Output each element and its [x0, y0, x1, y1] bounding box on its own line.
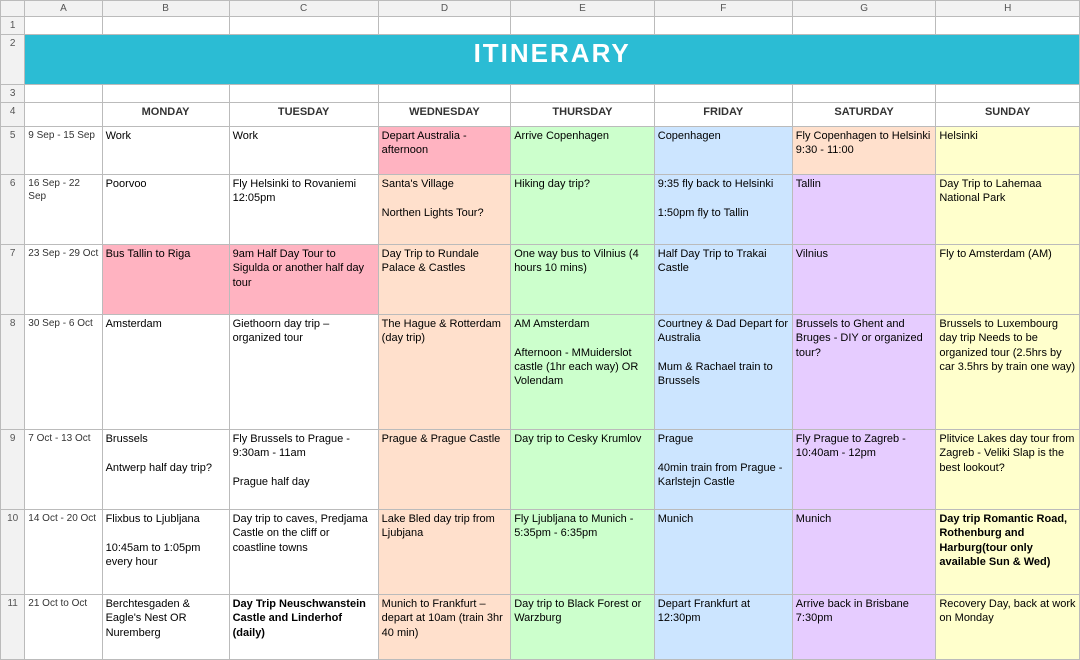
cell-7-sun: Fly to Amsterdam (AM) [936, 245, 1080, 315]
week-7-label: 23 Sep - 29 Oct [25, 245, 102, 315]
cell-9-tue: Fly Brussels to Prague - 9:30am - 11amPr… [229, 430, 378, 510]
col-d-header: D [378, 1, 511, 17]
saturday-header: SATURDAY [792, 103, 936, 127]
cell-5-sun: Helsinki [936, 127, 1080, 175]
spreadsheet: A B C D E F G H 1 2 ITINERARY [0, 0, 1080, 660]
col-f-header: F [654, 1, 792, 17]
week-col-header [25, 103, 102, 127]
row-num-4: 4 [1, 103, 25, 127]
cell-11-fri: Depart Frankfurt at 12:30pm [654, 595, 792, 660]
row-num-3: 3 [1, 85, 25, 103]
cell-10-wed: Lake Bled day trip from Ljubjana [378, 510, 511, 595]
cell-5-fri: Copenhagen [654, 127, 792, 175]
cell-5-tue: Work [229, 127, 378, 175]
cell-10-sat: Munich [792, 510, 936, 595]
row-6: 6 16 Sep - 22 Sep Poorvoo Fly Helsinki t… [1, 175, 1080, 245]
cell-7-tue: 9am Half Day Tour to Sigulda or another … [229, 245, 378, 315]
row-num-6: 6 [1, 175, 25, 245]
cell-11-thu: Day trip to Black Forest or Warzburg [511, 595, 655, 660]
row-num-2: 2 [1, 35, 25, 85]
cell-11-sun: Recovery Day, back at work on Monday [936, 595, 1080, 660]
row-num-11: 11 [1, 595, 25, 660]
col-header-row: A B C D E F G H [1, 1, 1080, 17]
cell-11-mon: Berchtesgaden & Eagle's Nest OR Nurember… [102, 595, 229, 660]
row-2-title: 2 ITINERARY [1, 35, 1080, 85]
cell-10-mon: Flixbus to Ljubljana10:45am to 1:05pm ev… [102, 510, 229, 595]
cell-5-mon: Work [102, 127, 229, 175]
col-e-header: E [511, 1, 655, 17]
week-6-label: 16 Sep - 22 Sep [25, 175, 102, 245]
row-11: 11 21 Oct to Oct Berchtesgaden & Eagle's… [1, 595, 1080, 660]
sunday-header: SUNDAY [936, 103, 1080, 127]
cell-10-fri: Munich [654, 510, 792, 595]
row-4-headers: 4 MONDAY TUESDAY WEDNESDAY THURSDAY FRID… [1, 103, 1080, 127]
cell-10-thu: Fly Ljubljana to Munich - 5:35pm - 6:35p… [511, 510, 655, 595]
cell-8-wed: The Hague & Rotterdam (day trip) [378, 315, 511, 430]
row-num-7: 7 [1, 245, 25, 315]
wednesday-header: WEDNESDAY [378, 103, 511, 127]
corner-cell [1, 1, 25, 17]
week-5-label: 9 Sep - 15 Sep [25, 127, 102, 175]
row-3: 3 [1, 85, 1080, 103]
col-b-header: B [102, 1, 229, 17]
row-num-8: 8 [1, 315, 25, 430]
row-num-5: 5 [1, 127, 25, 175]
thursday-header: THURSDAY [511, 103, 655, 127]
col-g-header: G [792, 1, 936, 17]
cell-6-fri: 9:35 fly back to Helsinki1:50pm fly to T… [654, 175, 792, 245]
cell-8-thu: AM AmsterdamAfternoon - MMuiderslot cast… [511, 315, 655, 430]
row-8: 8 30 Sep - 6 Oct Amsterdam Giethoorn day… [1, 315, 1080, 430]
title-cell: ITINERARY [25, 35, 1080, 85]
row-num-10: 10 [1, 510, 25, 595]
row-num-1: 1 [1, 17, 25, 35]
cell-8-mon: Amsterdam [102, 315, 229, 430]
col-h-header: H [936, 1, 1080, 17]
cell-8-fri: Courtney & Dad Depart for AustraliaMum &… [654, 315, 792, 430]
cell-5-sat: Fly Copenhagen to Helsinki 9:30 - 11:00 [792, 127, 936, 175]
cell-7-thu: One way bus to Vilnius (4 hours 10 mins) [511, 245, 655, 315]
friday-header: FRIDAY [654, 103, 792, 127]
cell-6-thu: Hiking day trip? [511, 175, 655, 245]
tuesday-header: TUESDAY [229, 103, 378, 127]
row-9: 9 7 Oct - 13 Oct BrusselsAntwerp half da… [1, 430, 1080, 510]
cell-11-sat: Arrive back in Brisbane 7:30pm [792, 595, 936, 660]
cell-6-mon: Poorvoo [102, 175, 229, 245]
week-11-label: 21 Oct to Oct [25, 595, 102, 660]
cell-9-wed: Prague & Prague Castle [378, 430, 511, 510]
week-9-label: 7 Oct - 13 Oct [25, 430, 102, 510]
row-1: 1 [1, 17, 1080, 35]
cell-8-sat: Brussels to Ghent and Bruges - DIY or or… [792, 315, 936, 430]
cell-9-thu: Day trip to Cesky Krumlov [511, 430, 655, 510]
cell-6-sat: Tallin [792, 175, 936, 245]
cell-9-mon: BrusselsAntwerp half day trip? [102, 430, 229, 510]
cell-7-mon: Bus Tallin to Riga [102, 245, 229, 315]
cell-6-sun: Day Trip to Lahemaa National Park [936, 175, 1080, 245]
cell-9-fri: Prague40min train from Prague - Karlstej… [654, 430, 792, 510]
cell-9-sat: Fly Prague to Zagreb - 10:40am - 12pm [792, 430, 936, 510]
cell-10-sun: Day trip Romantic Road, Rothenburg and H… [936, 510, 1080, 595]
cell-6-tue: Fly Helsinki to Rovaniemi 12:05pm [229, 175, 378, 245]
week-10-label: 14 Oct - 20 Oct [25, 510, 102, 595]
week-8-label: 30 Sep - 6 Oct [25, 315, 102, 430]
cell-5-wed: Depart Australia - afternoon [378, 127, 511, 175]
cell-6-wed: Santa's VillageNorthen Lights Tour? [378, 175, 511, 245]
cell-11-wed: Munich to Frankfurt – depart at 10am (tr… [378, 595, 511, 660]
row-7: 7 23 Sep - 29 Oct Bus Tallin to Riga 9am… [1, 245, 1080, 315]
monday-header: MONDAY [102, 103, 229, 127]
row-num-9: 9 [1, 430, 25, 510]
row-5: 5 9 Sep - 15 Sep Work Work Depart Austra… [1, 127, 1080, 175]
cell-7-fri: Half Day Trip to Trakai Castle [654, 245, 792, 315]
cell-7-wed: Day Trip to Rundale Palace & Castles [378, 245, 511, 315]
cell-7-sat: Vilnius [792, 245, 936, 315]
col-a-header: A [25, 1, 102, 17]
cell-8-sun: Brussels to Luxembourg day trip Needs to… [936, 315, 1080, 430]
cell-8-tue: Giethoorn day trip – organized tour [229, 315, 378, 430]
row-10: 10 14 Oct - 20 Oct Flixbus to Ljubljana1… [1, 510, 1080, 595]
cell-9-sun: Plitvice Lakes day tour from Zagreb - Ve… [936, 430, 1080, 510]
col-c-header: C [229, 1, 378, 17]
cell-11-tue: Day Trip Neuschwanstein Castle and Linde… [229, 595, 378, 660]
cell-10-tue: Day trip to caves, Predjama Castle on th… [229, 510, 378, 595]
cell-5-thu: Arrive Copenhagen [511, 127, 655, 175]
